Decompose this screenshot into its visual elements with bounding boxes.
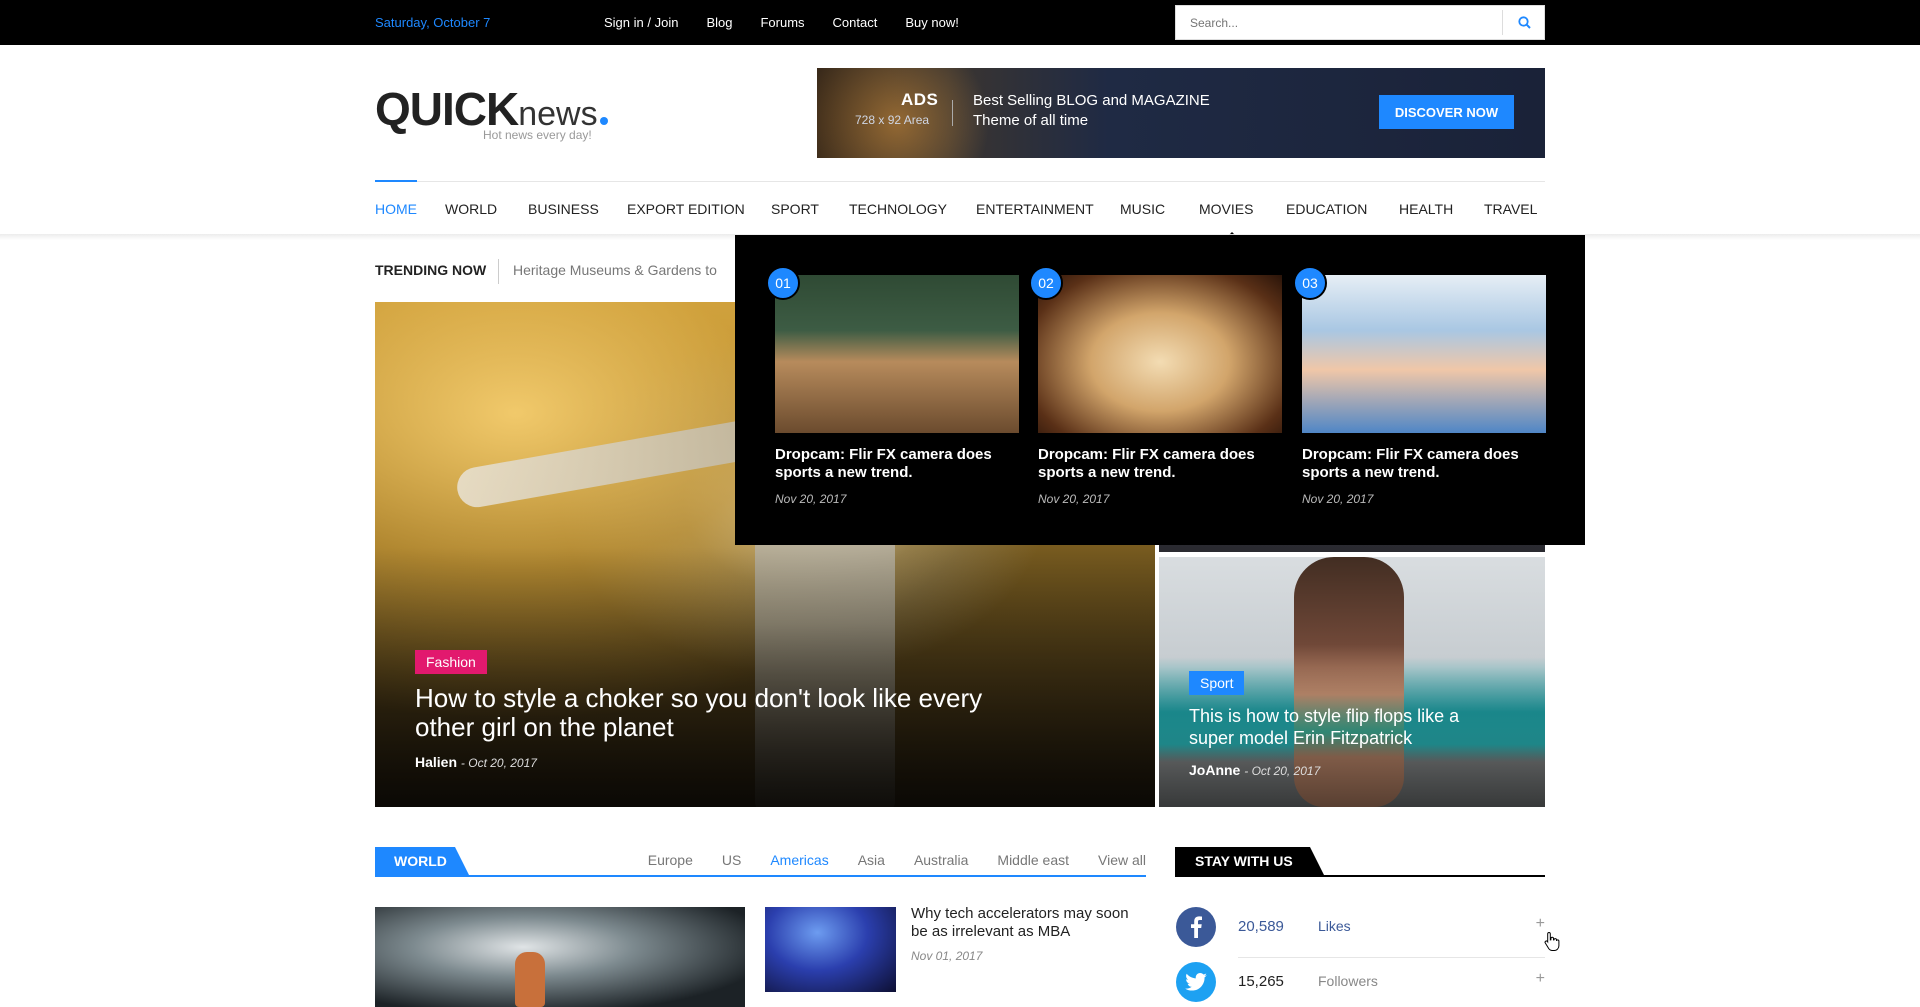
buy-now-link[interactable]: Buy now! — [905, 15, 958, 30]
banner-headline: Best Selling BLOG and MAGAZINE — [973, 92, 1210, 109]
ad-banner[interactable]: ADS 728 x 92 Area Best Selling BLOG and … — [817, 68, 1545, 158]
top-links: Sign in / Join Blog Forums Contact Buy n… — [604, 15, 987, 30]
nav-item-entertainment[interactable]: ENTERTAINMENT — [976, 201, 1094, 217]
nav-active-indicator — [375, 180, 417, 182]
card-title[interactable]: Dropcam: Flir FX camera does sports a ne… — [1302, 446, 1546, 482]
view-all-link[interactable]: View all — [1098, 852, 1146, 868]
side-meta: JoAnne - Oct 20, 2017 — [1189, 762, 1320, 778]
banner-ads-label: ADS — [901, 90, 939, 109]
card-number-badge: 02 — [1029, 266, 1063, 300]
stay-with-us-header: STAY WITH US — [1175, 847, 1545, 877]
logo-dot — [599, 117, 608, 125]
world-section-header: WORLD Europe US Americas Asia Australia … — [375, 847, 1146, 877]
nav-item-business[interactable]: BUSINESS — [528, 201, 599, 217]
world-filter-links: Europe US Americas Asia Australia Middle… — [619, 852, 1146, 868]
trending-headline[interactable]: Heritage Museums & Gardens to — [513, 262, 717, 278]
stay-with-us-tab: STAY WITH US — [1175, 847, 1324, 875]
hand-cursor-icon — [1544, 931, 1560, 951]
card-number-badge: 01 — [766, 266, 800, 300]
discover-now-button[interactable]: DISCOVER NOW — [1379, 95, 1514, 129]
side-title[interactable]: This is how to style flip flops like a s… — [1189, 705, 1509, 749]
nav-item-health[interactable]: HEALTH — [1399, 201, 1453, 217]
social-twitter-row[interactable]: 15,265 Followers + — [1175, 962, 1545, 1002]
card-image-kids[interactable] — [1302, 275, 1546, 433]
social-divider — [1238, 957, 1545, 958]
card-number-badge: 03 — [1293, 266, 1327, 300]
social-facebook-row[interactable]: 20,589 Likes + — [1175, 907, 1545, 958]
nav-item-music[interactable]: MUSIC — [1120, 201, 1165, 217]
hero-date: - Oct 20, 2017 — [460, 756, 537, 770]
world-article-thumbnail[interactable] — [765, 907, 896, 992]
menu-card[interactable]: 01 Dropcam: Flir FX camera does sports a… — [766, 266, 1019, 506]
filter-australia[interactable]: Australia — [914, 852, 968, 868]
world-main-image[interactable] — [375, 907, 745, 1007]
card-date: Nov 20, 2017 — [1038, 492, 1110, 506]
filter-americas[interactable]: Americas — [770, 852, 828, 868]
contact-link[interactable]: Contact — [833, 15, 878, 30]
menu-card[interactable]: 02 Dropcam: Flir FX camera does sports a… — [1029, 266, 1282, 506]
world-article-title[interactable]: Why tech accelerators may soon be as irr… — [911, 905, 1131, 941]
hero-author[interactable]: Halien — [415, 754, 457, 770]
nav-item-sport[interactable]: SPORT — [771, 201, 819, 217]
forums-link[interactable]: Forums — [760, 15, 804, 30]
nav-item-travel[interactable]: TRAVEL — [1484, 201, 1537, 217]
trending-divider — [498, 259, 499, 284]
blog-link[interactable]: Blog — [706, 15, 732, 30]
world-article-date: Nov 01, 2017 — [911, 949, 983, 963]
card-date: Nov 20, 2017 — [775, 492, 847, 506]
hero-category-badge[interactable]: Fashion — [415, 650, 487, 674]
nav-item-technology[interactable]: TECHNOLOGY — [849, 201, 947, 217]
card-image-classroom[interactable] — [775, 275, 1019, 433]
current-date: Saturday, October 7 — [375, 15, 491, 30]
nav-item-education[interactable]: EDUCATION — [1286, 201, 1367, 217]
side-category-badge[interactable]: Sport — [1189, 671, 1245, 695]
card-title[interactable]: Dropcam: Flir FX camera does sports a ne… — [775, 446, 1019, 482]
nav-item-home[interactable]: HOME — [375, 201, 417, 217]
card-title[interactable]: Dropcam: Flir FX camera does sports a ne… — [1038, 446, 1282, 482]
twitter-count: 15,265 — [1238, 973, 1284, 990]
signin-link[interactable]: Sign in / Join — [604, 15, 678, 30]
side-article-bottom[interactable]: Sport This is how to style flip flops li… — [1159, 557, 1545, 807]
filter-europe[interactable]: Europe — [648, 852, 693, 868]
top-bar: Saturday, October 7 Sign in / Join Blog … — [0, 0, 1920, 45]
facebook-glyph — [1191, 916, 1202, 938]
search-input[interactable] — [1176, 6, 1501, 39]
mega-menu-dropdown: 01 Dropcam: Flir FX camera does sports a… — [735, 235, 1585, 545]
filter-asia[interactable]: Asia — [858, 852, 885, 868]
facebook-count: 20,589 — [1238, 918, 1284, 935]
banner-subline: Theme of all time — [973, 112, 1089, 129]
nav-item-movies[interactable]: MOVIES — [1199, 201, 1253, 217]
world-image-hand — [515, 952, 545, 1007]
search-icon — [1517, 16, 1531, 29]
facebook-icon[interactable] — [1176, 907, 1216, 947]
search-button[interactable] — [1503, 6, 1545, 39]
facebook-kind: Likes — [1318, 918, 1351, 934]
hero-meta: Halien - Oct 20, 2017 — [415, 754, 537, 770]
nav-item-export-edition[interactable]: EXPORT EDITION — [627, 201, 745, 217]
menu-card[interactable]: 03 Dropcam: Flir FX camera does sports a… — [1293, 266, 1546, 506]
twitter-plus-icon[interactable]: + — [1536, 970, 1545, 988]
twitter-glyph — [1185, 973, 1207, 991]
card-date: Nov 20, 2017 — [1302, 492, 1374, 506]
logo-tagline: Hot news every day! — [483, 128, 592, 142]
nav-item-world[interactable]: WORLD — [445, 201, 497, 217]
banner-divider — [952, 100, 953, 126]
filter-middle-east[interactable]: Middle east — [997, 852, 1069, 868]
card-image-book[interactable] — [1038, 275, 1282, 433]
side-date: - Oct 20, 2017 — [1244, 764, 1321, 778]
site-logo[interactable]: QUICKnews Hot news every day! — [375, 82, 625, 152]
banner-area-label: 728 x 92 Area — [855, 113, 930, 127]
world-tab[interactable]: WORLD — [375, 847, 469, 875]
hero-title[interactable]: How to style a choker so you don't look … — [415, 684, 1035, 742]
main-nav: HOME WORLD BUSINESS EXPORT EDITION SPORT… — [375, 180, 1545, 239]
search-box — [1175, 5, 1545, 40]
trending-label: TRENDING NOW — [375, 262, 487, 278]
filter-us[interactable]: US — [722, 852, 741, 868]
side-author[interactable]: JoAnne — [1189, 762, 1240, 778]
twitter-kind: Followers — [1318, 973, 1378, 989]
twitter-icon[interactable] — [1176, 962, 1216, 1002]
